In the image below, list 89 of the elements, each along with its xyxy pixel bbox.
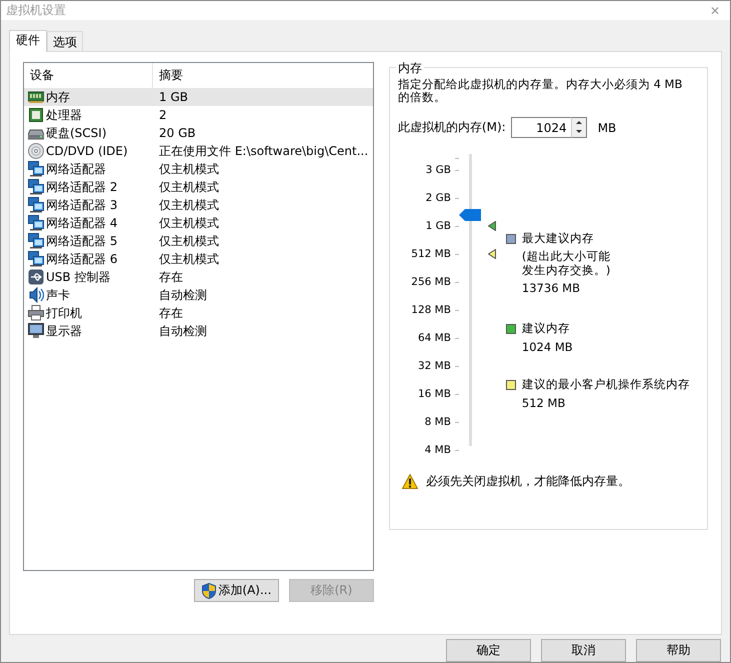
device-name: 网络适配器	[46, 160, 106, 178]
device-summary: 仅主机模式	[158, 196, 219, 214]
warning-text: 必须先关闭虚拟机，才能降低内存量。	[426, 473, 630, 490]
processor-chip-icon	[28, 107, 44, 123]
device-name: 内存	[46, 88, 70, 106]
disc-icon	[28, 143, 44, 159]
device-name: USB 控制器	[46, 268, 110, 286]
warning-icon	[402, 474, 418, 489]
window-title: 虚拟机设置	[6, 2, 66, 19]
legend-title: 建议内存	[522, 321, 570, 336]
tick-label: 3 GB	[424, 164, 451, 176]
monitor-icon	[28, 323, 44, 339]
memory-module-icon	[28, 89, 44, 105]
device-summary: 正在使用文件 E:\software\big\Cent...	[158, 142, 368, 160]
device-name: 网络适配器 4	[46, 214, 118, 232]
network-computers-icon	[28, 251, 44, 267]
device-summary: 仅主机模式	[158, 178, 219, 196]
device-summary: 仅主机模式	[158, 214, 219, 232]
device-row[interactable]: 网络适配器 3 仅主机模式	[24, 196, 373, 214]
tick-label: 32 MB	[416, 360, 451, 372]
device-name: 网络适配器 3	[46, 196, 118, 214]
device-name: 网络适配器 6	[46, 250, 118, 268]
device-row[interactable]: CD/DVD (IDE) 正在使用文件 E:\software\big\Cent...	[24, 142, 373, 160]
tick-label: 128 MB	[410, 304, 451, 316]
network-computers-icon	[28, 179, 44, 195]
device-summary: 存在	[158, 304, 183, 322]
device-row[interactable]: 处理器 2	[24, 106, 373, 124]
field-label: 此虚拟机的内存(M):	[398, 119, 506, 136]
speaker-icon	[28, 287, 44, 303]
unit-label: MB	[598, 120, 616, 134]
device-name: 显示器	[46, 322, 82, 340]
device-row[interactable]: 网络适配器 2 仅主机模式	[24, 178, 373, 196]
device-button[interactable]: 添加(A)...	[194, 579, 279, 602]
legend-value: 1024 MB	[522, 340, 574, 354]
legend-value: 13736 MB	[522, 281, 581, 295]
device-row[interactable]: 声卡 自动检测	[24, 286, 373, 304]
tick-label: 16 MB	[416, 388, 451, 400]
legend-value: 512 MB	[522, 396, 566, 410]
device-name: 声卡	[46, 286, 70, 304]
dialog-button[interactable]: 取消	[541, 639, 626, 662]
dialog-button[interactable]: 确定	[446, 639, 531, 662]
device-row[interactable]: 网络适配器 6 仅主机模式	[24, 250, 373, 268]
description-text: 指定分配给此虚拟机的内存量。内存大小必须为 4 MB 的倍数。	[398, 78, 684, 104]
device-name: 硬盘(SCSI)	[46, 124, 107, 142]
device-summary: 1 GB	[158, 90, 188, 104]
device-name: 网络适配器 2	[46, 178, 118, 196]
device-summary: 仅主机模式	[158, 160, 219, 178]
device-summary: 20 GB	[158, 126, 196, 140]
tick-label: 4 MB	[424, 444, 451, 456]
tick-label: 8 MB	[424, 416, 451, 428]
tick-label: 256 MB	[410, 276, 451, 288]
device-summary: 自动检测	[158, 322, 207, 340]
slider-thumb[interactable]	[458, 209, 481, 222]
device-name: CD/DVD (IDE)	[46, 144, 128, 158]
tick-label: 512 MB	[410, 248, 451, 260]
device-name: 网络适配器 5	[46, 232, 118, 250]
usb-icon	[28, 269, 44, 285]
network-computers-icon	[28, 197, 44, 213]
device-row[interactable]: 网络适配器 5 仅主机模式	[24, 232, 373, 250]
tick-label: 64 MB	[416, 332, 451, 344]
column-header[interactable]: 摘要	[153, 63, 183, 88]
device-name: 处理器	[46, 106, 82, 124]
network-computers-icon	[28, 215, 44, 231]
network-computers-icon	[28, 161, 44, 177]
legend-title: 最大建议内存	[522, 231, 594, 246]
memory-input-field[interactable]: 1024	[510, 117, 571, 138]
legend-note: (超出此大小可能发生内存交换。)	[522, 249, 612, 277]
spin-buttons[interactable]	[570, 117, 587, 138]
legend-title: 建议的最小客户机操作系统内存	[522, 377, 690, 392]
device-row[interactable]: 显示器 自动检测	[24, 322, 373, 340]
device-row[interactable]: 内存 1 GB	[24, 88, 373, 106]
tab[interactable]: 选项	[47, 31, 83, 51]
device-row[interactable]: USB 控制器 存在	[24, 268, 373, 286]
device-summary: 仅主机模式	[158, 250, 219, 268]
device-row[interactable]: 硬盘(SCSI) 20 GB	[24, 124, 373, 142]
device-summary: 存在	[158, 268, 183, 286]
device-row[interactable]: 网络适配器 仅主机模式	[24, 160, 373, 178]
tick-label: 1 GB	[424, 220, 451, 232]
printer-icon	[28, 305, 44, 321]
network-computers-icon	[28, 233, 44, 249]
device-row[interactable]: 网络适配器 4 仅主机模式	[24, 214, 373, 232]
dialog-button[interactable]: 帮助	[636, 639, 721, 662]
tab[interactable]: 硬件	[9, 30, 47, 52]
device-summary: 2	[158, 108, 167, 122]
device-name: 打印机	[46, 304, 82, 322]
device-row[interactable]: 打印机 存在	[24, 304, 373, 322]
tick-label: 2 GB	[424, 192, 451, 204]
device-summary: 仅主机模式	[158, 232, 219, 250]
device-summary: 自动检测	[158, 286, 207, 304]
